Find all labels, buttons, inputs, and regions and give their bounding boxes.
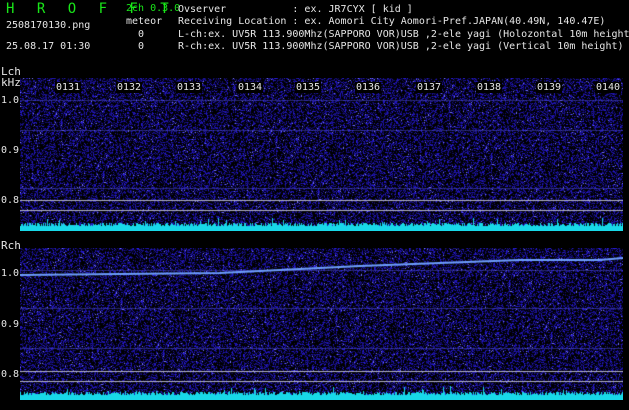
lch-receiver-line: L-ch:ex. UV5R 113.900Mhz(SAPPORO VOR)USB… [178,29,629,40]
lch-unit-label: kHz [1,76,21,89]
time-label-0139: 0139 [536,82,563,93]
time-label-0138: 0138 [476,82,503,93]
mode-label: meteor [126,16,163,27]
count-rch: 0 [138,41,145,52]
lch-spectrogram-canvas [20,78,623,231]
time-label-0140: 0140 [595,82,622,93]
lch-tick-1-0: 1.0 [1,95,20,106]
datetime-label: 25.08.17 01:30 [6,41,91,52]
time-label-0133: 0133 [176,82,203,93]
count-lch: 0 [138,29,145,40]
rch-label: Rch [1,239,21,252]
observer-line: Ovserver : ex. JR7CYX [ kid ] [178,4,413,15]
rch-spectrogram [20,248,623,400]
time-label-0132: 0132 [116,82,143,93]
time-label-0136: 0136 [355,82,382,93]
time-label-0131: 0131 [55,82,82,93]
filename-label: 2508170130.png [6,20,91,31]
rch-tick-0-9: 0.9 [1,319,20,330]
lch-tick-0-9: 0.9 [1,145,20,156]
time-label-0137: 0137 [416,82,443,93]
time-label-0134: 0134 [237,82,264,93]
rch-tick-1-0: 1.0 [1,268,20,279]
rch-tick-0-8: 0.8 [1,369,20,380]
lch-spectrogram [20,78,623,231]
rch-spectrogram-canvas [20,248,623,400]
lch-tick-0-8: 0.8 [1,195,20,206]
version-label: 2ch 0.3.0 [126,3,181,14]
location-line: Receiving Location : ex. Aomori City Aom… [178,16,606,27]
rch-receiver-line: R-ch:ex. UV5R 113.900Mhz(SAPPORO VOR)USB… [178,41,624,52]
time-label-0135: 0135 [295,82,322,93]
